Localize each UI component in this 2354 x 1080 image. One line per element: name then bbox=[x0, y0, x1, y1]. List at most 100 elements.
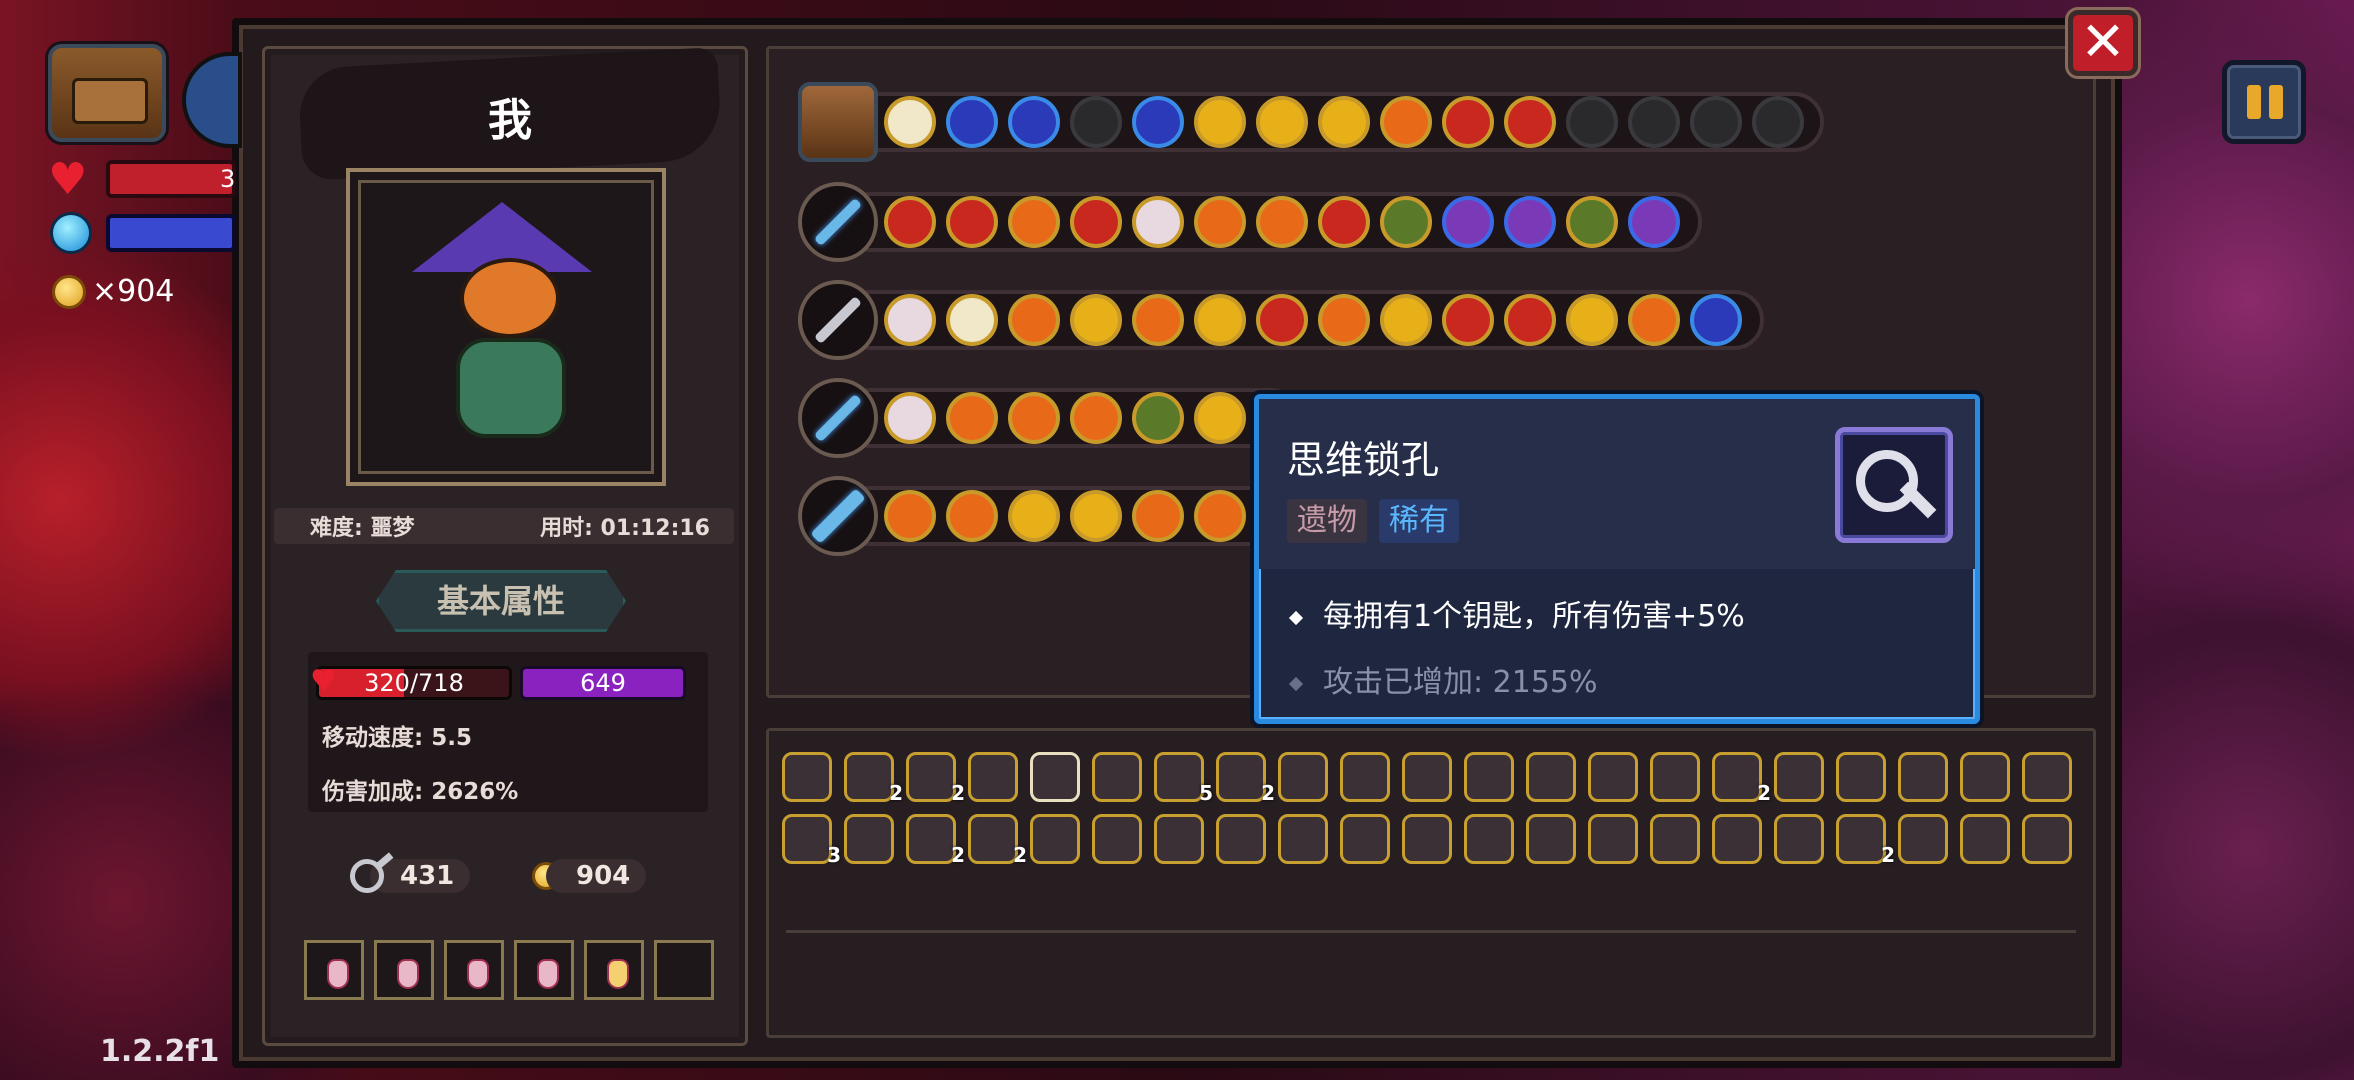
sock-icon[interactable] bbox=[1898, 814, 1948, 864]
empty-slot-icon[interactable] bbox=[1690, 96, 1742, 148]
potion-slot[interactable] bbox=[584, 940, 644, 1000]
arrow-up-icon[interactable] bbox=[1566, 294, 1618, 346]
arrow-up-icon[interactable] bbox=[1194, 392, 1246, 444]
slash-icon[interactable] bbox=[1318, 294, 1370, 346]
leaf-icon[interactable] bbox=[1464, 814, 1514, 864]
sword-weapon-icon[interactable] bbox=[798, 476, 878, 556]
tree-icon[interactable] bbox=[1132, 392, 1184, 444]
fang-icon[interactable] bbox=[1464, 752, 1514, 802]
spring-icon[interactable] bbox=[1154, 814, 1204, 864]
key-icon[interactable] bbox=[1030, 752, 1080, 802]
clover-icon[interactable] bbox=[1278, 814, 1328, 864]
crystal-icon[interactable] bbox=[1132, 96, 1184, 148]
horn-icon[interactable] bbox=[1402, 814, 1452, 864]
dagger-icon[interactable] bbox=[968, 752, 1018, 802]
syringe-icon[interactable] bbox=[1712, 814, 1762, 864]
empty-slot-icon[interactable] bbox=[1752, 96, 1804, 148]
dark-orb-icon[interactable] bbox=[1340, 814, 1390, 864]
speed-arrows-icon[interactable] bbox=[1256, 96, 1308, 148]
potion-slot[interactable] bbox=[444, 940, 504, 1000]
rainbow-gem-icon[interactable] bbox=[1774, 752, 1824, 802]
hourglass-icon[interactable] bbox=[1008, 490, 1060, 542]
target-icon[interactable] bbox=[884, 196, 936, 248]
helmet-icon[interactable] bbox=[1836, 752, 1886, 802]
plague-mask-icon[interactable] bbox=[782, 752, 832, 802]
spiral-icon[interactable] bbox=[1070, 196, 1122, 248]
arcane-slash-icon[interactable] bbox=[1504, 196, 1556, 248]
ring-icon[interactable]: 5 bbox=[1154, 752, 1213, 805]
pause-button[interactable] bbox=[2222, 60, 2306, 144]
diamond-rune-icon[interactable] bbox=[1442, 294, 1494, 346]
pickaxe-icon[interactable] bbox=[2022, 814, 2072, 864]
slash-icon[interactable] bbox=[1008, 392, 1060, 444]
cloud-icon[interactable] bbox=[946, 294, 998, 346]
basic-attributes-tab[interactable]: 基本属性 bbox=[376, 570, 626, 632]
card-icon[interactable] bbox=[1070, 294, 1122, 346]
slash-icon[interactable] bbox=[1256, 196, 1308, 248]
gear-icon[interactable] bbox=[1380, 294, 1432, 346]
arcane-slash-icon[interactable] bbox=[1628, 196, 1680, 248]
diamond-rune-icon[interactable] bbox=[1504, 96, 1556, 148]
empty-potion-slot[interactable] bbox=[654, 940, 714, 1000]
double-blade-icon[interactable] bbox=[1566, 196, 1618, 248]
slash-icon[interactable] bbox=[946, 392, 998, 444]
amulet-icon[interactable] bbox=[1340, 752, 1390, 802]
armor-icon[interactable] bbox=[1588, 752, 1638, 802]
rock-icon[interactable] bbox=[884, 490, 936, 542]
potion-icon[interactable] bbox=[1092, 814, 1142, 864]
spear-weapon-icon[interactable] bbox=[798, 182, 878, 262]
potion-slot[interactable] bbox=[304, 940, 364, 1000]
wind-icon[interactable] bbox=[1008, 96, 1060, 148]
hourglass-icon[interactable] bbox=[1070, 490, 1122, 542]
cloth-icon[interactable] bbox=[1092, 752, 1142, 802]
spirit-icon[interactable] bbox=[884, 392, 936, 444]
wizard-hat-icon[interactable]: 2 bbox=[1712, 752, 1771, 805]
speed-arrows-icon[interactable] bbox=[1318, 96, 1370, 148]
feather-arrow-icon[interactable] bbox=[2022, 752, 2072, 802]
trident-icon[interactable] bbox=[1194, 196, 1246, 248]
water-drop-icon[interactable] bbox=[1216, 814, 1266, 864]
spirit-icon[interactable] bbox=[1132, 196, 1184, 248]
jar-icon[interactable] bbox=[1132, 490, 1184, 542]
close-button[interactable]: ✕ bbox=[2068, 10, 2138, 76]
potion-slot[interactable] bbox=[514, 940, 574, 1000]
gauntlet-icon[interactable]: 2 bbox=[906, 752, 965, 805]
glove-icon[interactable]: 2 bbox=[968, 814, 1027, 867]
treasure-chest-icon[interactable] bbox=[1650, 814, 1700, 864]
bread-icon[interactable] bbox=[1526, 752, 1576, 802]
vortex-icon[interactable] bbox=[946, 96, 998, 148]
potion-slot[interactable] bbox=[374, 940, 434, 1000]
orbit-icon[interactable]: 2 bbox=[1216, 752, 1275, 805]
blade-weapon-icon[interactable] bbox=[798, 378, 878, 458]
chest-slot-icon[interactable] bbox=[798, 82, 878, 162]
inventory-chest-icon[interactable] bbox=[48, 44, 166, 142]
jar-icon[interactable] bbox=[946, 490, 998, 542]
speed-arrows-icon[interactable] bbox=[1194, 96, 1246, 148]
slash-icon[interactable] bbox=[1628, 294, 1680, 346]
target-icon[interactable] bbox=[1318, 196, 1370, 248]
empty-slot-icon[interactable] bbox=[1628, 96, 1680, 148]
target-icon[interactable] bbox=[946, 196, 998, 248]
cloak-icon[interactable]: 3 bbox=[782, 814, 841, 867]
slash-icon[interactable] bbox=[1070, 392, 1122, 444]
bomb-icon[interactable] bbox=[1256, 294, 1308, 346]
compass-icon[interactable] bbox=[1402, 752, 1452, 802]
jar-icon[interactable] bbox=[1132, 294, 1184, 346]
double-blade-icon[interactable] bbox=[1380, 196, 1432, 248]
slash-icon[interactable] bbox=[1008, 196, 1060, 248]
rune-stone-icon[interactable] bbox=[1588, 814, 1638, 864]
staff-weapon-icon[interactable] bbox=[798, 280, 878, 360]
magnifier-icon[interactable] bbox=[1650, 752, 1700, 802]
diamond-rune-icon[interactable] bbox=[1504, 294, 1556, 346]
herb-icon[interactable]: 2 bbox=[1836, 814, 1895, 867]
slash-icon[interactable] bbox=[1008, 294, 1060, 346]
comet-icon[interactable] bbox=[1380, 96, 1432, 148]
diamond-rune-icon[interactable] bbox=[1442, 96, 1494, 148]
boot-icon[interactable]: 2 bbox=[844, 752, 903, 805]
empty-slot-icon[interactable] bbox=[1070, 96, 1122, 148]
gauntlet-blue-icon[interactable] bbox=[1960, 814, 2010, 864]
spirit-icon[interactable] bbox=[884, 294, 936, 346]
gem-box-icon[interactable] bbox=[1898, 752, 1948, 802]
jar-icon[interactable] bbox=[1194, 490, 1246, 542]
cross-icon[interactable] bbox=[1194, 294, 1246, 346]
